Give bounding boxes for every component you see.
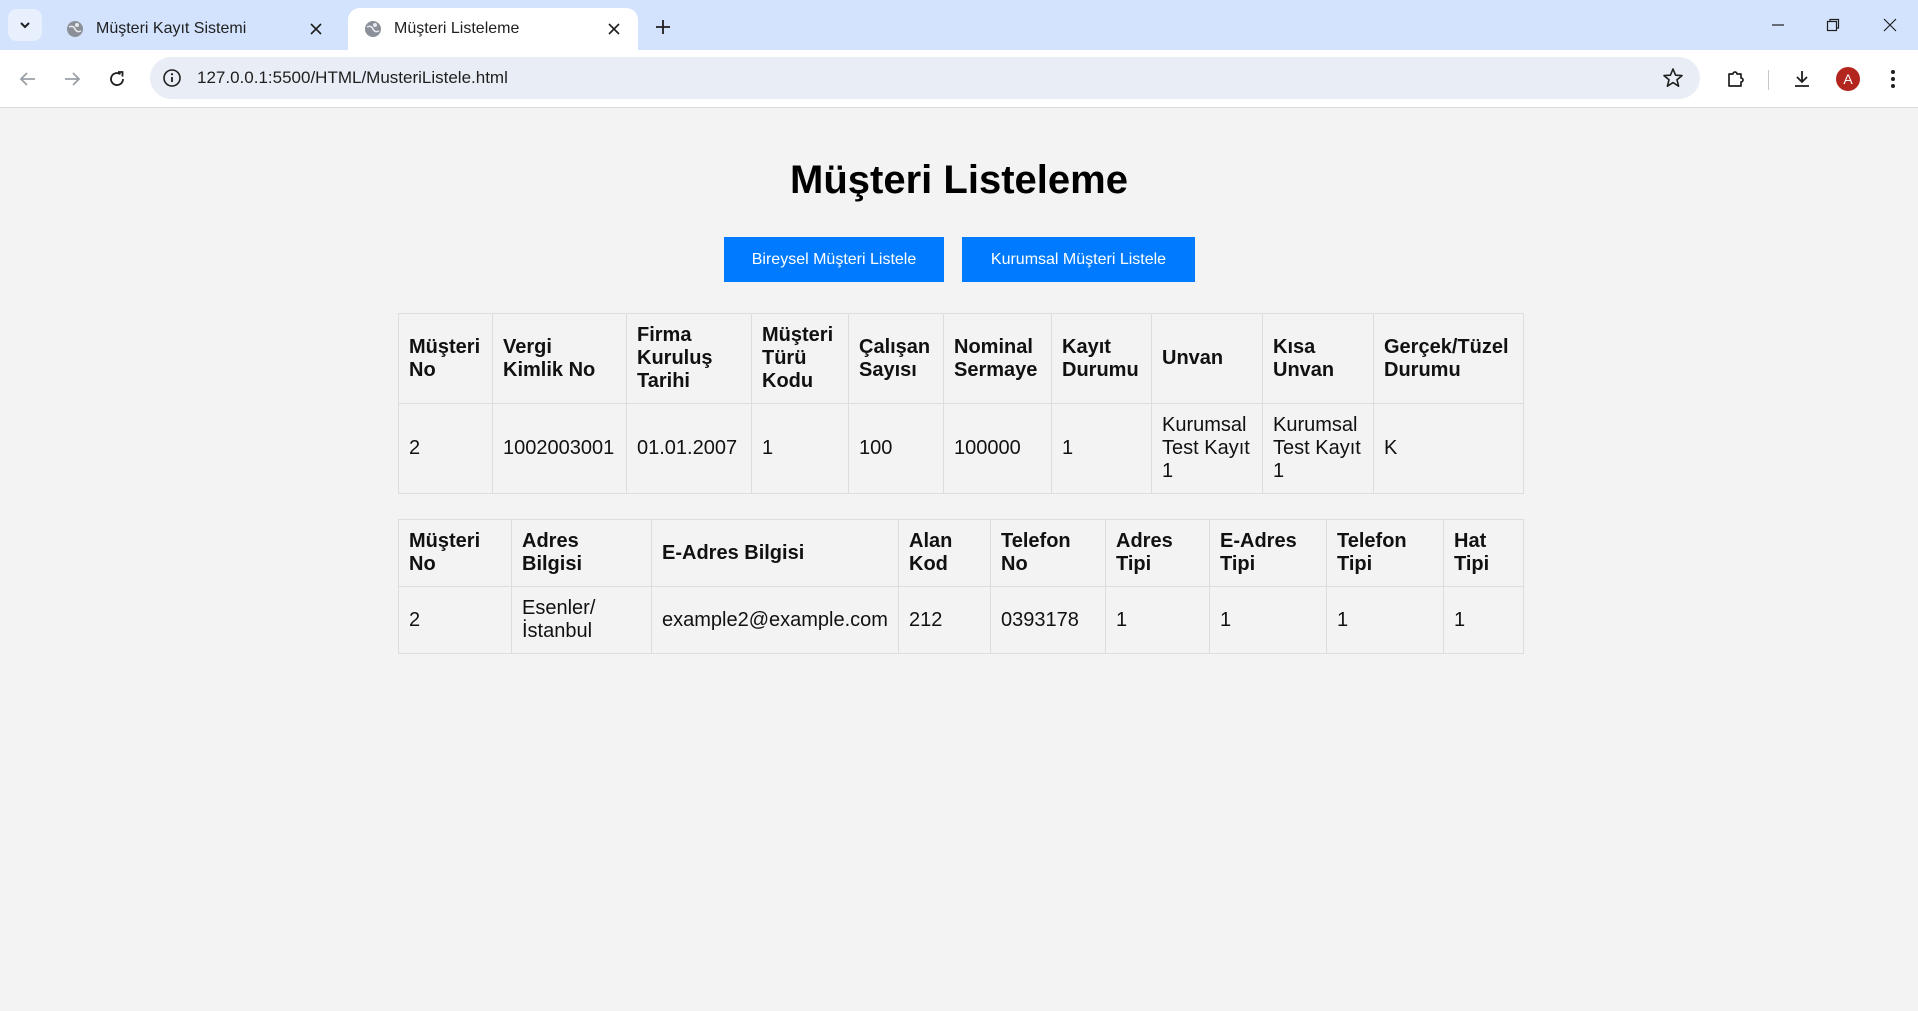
- table-cell: 2: [398, 586, 512, 654]
- column-header: Müşteri No: [398, 313, 493, 404]
- table-cell: 100: [848, 403, 944, 494]
- table-cell: Esenler/ İstanbul: [511, 586, 652, 654]
- list-buttons: Bireysel Müşteri Listele Kurumsal Müşter…: [724, 237, 1195, 282]
- column-header: Adres Tipi: [1105, 519, 1210, 587]
- column-header: Müşteri No: [398, 519, 512, 587]
- reload-icon: [110, 71, 124, 86]
- downloads-button[interactable]: [1789, 66, 1815, 92]
- column-header: Çalışan Sayısı: [848, 313, 944, 404]
- reload-button[interactable]: [101, 63, 133, 95]
- globe-icon: [67, 21, 83, 37]
- arrow-left-icon: [19, 72, 35, 86]
- minimize-button[interactable]: [1760, 10, 1796, 40]
- table-cell: 212: [898, 586, 991, 654]
- plus-icon: [656, 20, 670, 34]
- puzzle-icon: [1728, 71, 1744, 87]
- table-cell: 1: [1051, 403, 1152, 494]
- customer-table: Müşteri No Vergi Kimlik No Firma Kuruluş…: [398, 313, 1524, 494]
- chevron-down-icon: [20, 22, 30, 29]
- column-header: Müşteri Türü Kodu: [751, 313, 849, 404]
- table-cell: 1: [1105, 586, 1210, 654]
- tab-title: Müşteri Listeleme: [394, 20, 520, 37]
- restore-icon: [1826, 18, 1840, 32]
- toolbar-divider: [1768, 70, 1769, 90]
- page-title: Müşteri Listeleme: [790, 158, 1128, 202]
- list-individual-button[interactable]: Bireysel Müşteri Listele: [724, 237, 944, 282]
- url-text[interactable]: 127.0.0.1:5500/HTML/MusteriListele.html: [197, 68, 508, 88]
- close-window-button[interactable]: [1872, 10, 1908, 40]
- tab-musteri-listeleme[interactable]: Müşteri Listeleme: [348, 8, 638, 50]
- table-cell: Kurumsal Test Kayıt 1: [1151, 403, 1263, 494]
- profile-avatar[interactable]: A: [1836, 67, 1860, 91]
- column-header: Nominal Sermaye: [943, 313, 1052, 404]
- address-table: Müşteri No Adres Bilgisi E-Adres Bilgisi…: [398, 519, 1524, 654]
- back-button[interactable]: [12, 63, 44, 95]
- address-bar[interactable]: 127.0.0.1:5500/HTML/MusteriListele.html: [150, 57, 1700, 99]
- table-cell: 1: [1443, 586, 1524, 654]
- kebab-menu-icon: [1891, 70, 1895, 88]
- arrow-right-icon: [65, 72, 81, 86]
- column-header: Alan Kod: [898, 519, 991, 587]
- table-row: 2 Esenler/ İstanbul example2@example.com…: [398, 586, 1524, 654]
- table-cell: 1: [751, 403, 849, 494]
- table-row: 2 1002003001 01.01.2007 1 100 100000 1 K…: [398, 403, 1524, 494]
- table-cell: Kurumsal Test Kayıt 1: [1262, 403, 1374, 494]
- extensions-button[interactable]: [1723, 66, 1749, 92]
- column-header: Adres Bilgisi: [511, 519, 652, 587]
- table-cell: 2: [398, 403, 493, 494]
- column-header: Kayıt Durumu: [1051, 313, 1152, 404]
- close-tab-icon[interactable]: [604, 19, 624, 39]
- column-header: Telefon Tipi: [1326, 519, 1444, 587]
- table-cell: example2@example.com: [651, 586, 899, 654]
- globe-icon: [365, 21, 381, 37]
- tab-musteri-kayit[interactable]: Müşteri Kayıt Sistemi: [50, 8, 340, 50]
- column-header: Firma Kuruluş Tarihi: [626, 313, 752, 404]
- close-tab-icon[interactable]: [306, 19, 326, 39]
- table-cell: 01.01.2007: [626, 403, 752, 494]
- column-header: E-Adres Bilgisi: [651, 519, 899, 587]
- table-header-row: Müşteri No Adres Bilgisi E-Adres Bilgisi…: [398, 519, 1524, 587]
- restore-button[interactable]: [1815, 10, 1851, 40]
- column-header: Vergi Kimlik No: [492, 313, 627, 404]
- minimize-icon: [1772, 24, 1784, 26]
- column-header: Telefon No: [990, 519, 1106, 587]
- browser-tab-strip: Müşteri Kayıt Sistemi Müşteri Listeleme: [0, 0, 1918, 50]
- table-header-row: Müşteri No Vergi Kimlik No Firma Kuruluş…: [398, 313, 1524, 404]
- forward-button[interactable]: [56, 63, 88, 95]
- column-header: Gerçek/Tüzel Durumu: [1373, 313, 1524, 404]
- close-icon: [1883, 18, 1897, 32]
- site-info-icon[interactable]: [162, 68, 182, 88]
- table-cell: 1: [1326, 586, 1444, 654]
- menu-button[interactable]: [1880, 66, 1906, 92]
- table-cell: 1: [1209, 586, 1327, 654]
- table-cell: 100000: [943, 403, 1052, 494]
- table-cell: 0393178: [990, 586, 1106, 654]
- column-header: Hat Tipi: [1443, 519, 1524, 587]
- table-cell: K: [1373, 403, 1524, 494]
- column-header: Kısa Unvan: [1262, 313, 1374, 404]
- tab-search-button[interactable]: [8, 9, 42, 41]
- tab-title: Müşteri Kayıt Sistemi: [96, 20, 247, 37]
- column-header: Unvan: [1151, 313, 1263, 404]
- column-header: E-Adres Tipi: [1209, 519, 1327, 587]
- new-tab-button[interactable]: [650, 14, 676, 40]
- download-icon: [1795, 71, 1809, 87]
- bookmark-star-icon[interactable]: [1662, 67, 1684, 89]
- table-cell: 1002003001: [492, 403, 627, 494]
- browser-toolbar: 127.0.0.1:5500/HTML/MusteriListele.html …: [0, 50, 1918, 108]
- list-corporate-button[interactable]: Kurumsal Müşteri Listele: [962, 237, 1195, 282]
